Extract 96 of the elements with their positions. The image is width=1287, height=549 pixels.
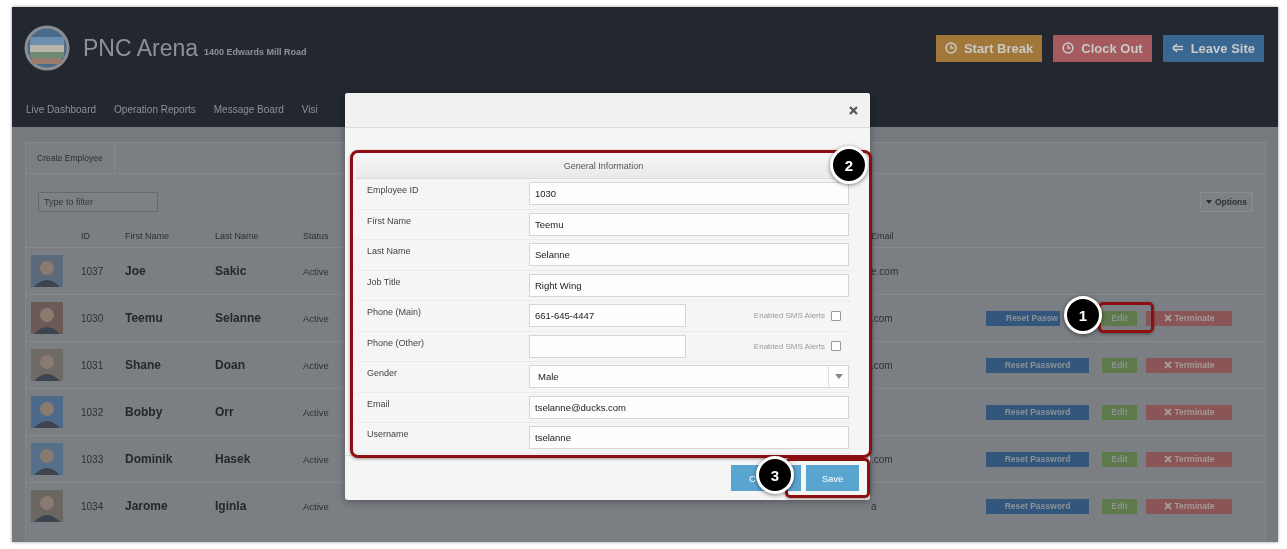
leave-site-button[interactable]: Leave Site bbox=[1162, 34, 1264, 62]
table-cell-text: Active bbox=[303, 500, 330, 512]
input-field[interactable]: Right Wing bbox=[529, 273, 849, 297]
table-cell-text: Teemu bbox=[125, 311, 164, 325]
table-cell-text: Shane bbox=[125, 358, 162, 372]
table-cell-text: .com bbox=[871, 312, 894, 324]
field-label: Job Title bbox=[366, 276, 402, 287]
start-break-button[interactable]: Start Break bbox=[935, 34, 1043, 62]
input-field[interactable]: Selanne bbox=[529, 243, 849, 267]
save-button[interactable]: Save bbox=[806, 465, 859, 491]
checkbox[interactable] bbox=[831, 341, 841, 352]
input-field[interactable]: 661-645-4447 bbox=[529, 304, 686, 328]
nav-link[interactable]: Message Board bbox=[213, 104, 284, 115]
site-title: PNC Arena bbox=[83, 34, 199, 62]
field-label: Gender bbox=[366, 368, 399, 378]
column-header: First Name bbox=[125, 231, 170, 241]
table-cell-text: a bbox=[871, 500, 878, 512]
table-cell-text: 1033 bbox=[81, 453, 105, 465]
table-cell-text: Iginla bbox=[215, 499, 248, 513]
table-cell-text: Active bbox=[303, 406, 330, 418]
edit-button[interactable]: Edit bbox=[1102, 498, 1137, 514]
nav-link[interactable]: Operation Reports bbox=[114, 104, 196, 115]
input-field[interactable]: 1030 bbox=[529, 182, 849, 206]
close-icon bbox=[1163, 314, 1172, 322]
checkbox[interactable] bbox=[831, 310, 841, 321]
column-header: Last Name bbox=[215, 231, 260, 241]
reset-password-button[interactable]: Reset Password bbox=[986, 451, 1089, 467]
table-cell-text: 1031 bbox=[81, 359, 105, 371]
filter-field[interactable]: Type to filter bbox=[38, 192, 158, 212]
table-cell-text: Selanne bbox=[215, 311, 263, 325]
table-cell-text: Dominik bbox=[125, 452, 174, 466]
table-cell-text: Orr bbox=[215, 405, 235, 419]
terminate-button[interactable]: Terminate bbox=[1146, 357, 1232, 373]
table-cell-text: Active bbox=[303, 265, 330, 277]
table-cell-text: Doan bbox=[215, 358, 246, 372]
terminate-button[interactable]: Terminate bbox=[1146, 404, 1232, 420]
column-header: ID bbox=[81, 231, 91, 241]
input-field[interactable] bbox=[529, 334, 686, 358]
field-label: Email bbox=[366, 398, 391, 409]
table-cell-text: Bobby bbox=[125, 405, 164, 419]
field-label: Employee ID bbox=[366, 185, 420, 195]
edit-button[interactable]: Edit bbox=[1102, 357, 1137, 373]
column-header: Email bbox=[871, 231, 895, 241]
nav-link[interactable]: Visi bbox=[301, 104, 318, 115]
table-cell-text: Sakic bbox=[215, 264, 248, 278]
reset-password-button[interactable]: Reset Password bbox=[986, 357, 1089, 373]
arrow-left-icon bbox=[1171, 43, 1184, 53]
tab[interactable]: Create Employee bbox=[26, 143, 115, 173]
table-cell-text: Jarome bbox=[125, 499, 169, 513]
close-icon bbox=[849, 105, 858, 115]
caret-icon bbox=[834, 374, 843, 380]
site-address: 1400 Edwards Mill Road bbox=[204, 46, 307, 57]
table-cell-text: Active bbox=[303, 312, 330, 324]
table-cell-text: 1034 bbox=[81, 500, 105, 512]
field-label: Last Name bbox=[366, 246, 412, 256]
terminate-button[interactable]: Terminate bbox=[1146, 451, 1232, 467]
table-cell-text: 1037 bbox=[81, 265, 105, 277]
table-cell-text: 1032 bbox=[81, 406, 105, 418]
clock-icon bbox=[1062, 42, 1075, 54]
input-field[interactable]: Teemu bbox=[529, 212, 849, 236]
close-icon bbox=[1163, 408, 1172, 416]
table-cell-text: .com bbox=[871, 359, 894, 371]
terminate-button[interactable]: Terminate bbox=[1146, 310, 1232, 326]
edit-button[interactable]: Edit bbox=[1102, 451, 1137, 467]
dropdown[interactable]: Male bbox=[529, 365, 849, 389]
column-header: Status bbox=[303, 231, 330, 241]
close-icon bbox=[1163, 361, 1172, 369]
table-cell-text: 1030 bbox=[81, 312, 105, 324]
close-icon bbox=[1163, 502, 1172, 510]
table-cell-text: Active bbox=[303, 453, 330, 465]
reset-password-button[interactable]: Reset Password bbox=[986, 498, 1089, 514]
close-button[interactable] bbox=[847, 103, 860, 117]
reset-password-button[interactable]: Reset Password bbox=[986, 404, 1089, 420]
edit-button[interactable]: Edit bbox=[1102, 404, 1137, 420]
checkbox-label: Enabled SMS Alerts bbox=[753, 311, 825, 321]
table-cell-text: Joe bbox=[125, 264, 147, 278]
clock-out-button[interactable]: Clock Out bbox=[1053, 34, 1152, 62]
checkbox-label: Enabled SMS Alerts bbox=[753, 341, 825, 351]
table-cell-text: e.com bbox=[871, 265, 900, 277]
table-cell-text: .com bbox=[871, 453, 894, 465]
clock-icon bbox=[944, 42, 957, 54]
input-field[interactable]: tselanne bbox=[529, 426, 849, 450]
nav-link[interactable]: Live Dashboard bbox=[26, 104, 97, 115]
edit-button[interactable]: Edit bbox=[1102, 310, 1137, 326]
reset-password-button[interactable]: Reset Passw bbox=[986, 310, 1060, 326]
caret-icon bbox=[1205, 200, 1212, 204]
field-label: First Name bbox=[366, 215, 412, 226]
close-icon bbox=[1163, 455, 1172, 463]
table-cell-text: Hasek bbox=[215, 452, 252, 466]
terminate-button[interactable]: Terminate bbox=[1146, 498, 1232, 514]
options-button[interactable]: Options bbox=[1199, 192, 1253, 212]
field-label: Phone (Main) bbox=[366, 307, 423, 317]
input-field[interactable]: tselanne@ducks.com bbox=[529, 395, 849, 419]
table-cell-text: Active bbox=[303, 359, 330, 371]
field-label: Phone (Other) bbox=[366, 337, 426, 348]
field-label: Username bbox=[366, 429, 410, 439]
